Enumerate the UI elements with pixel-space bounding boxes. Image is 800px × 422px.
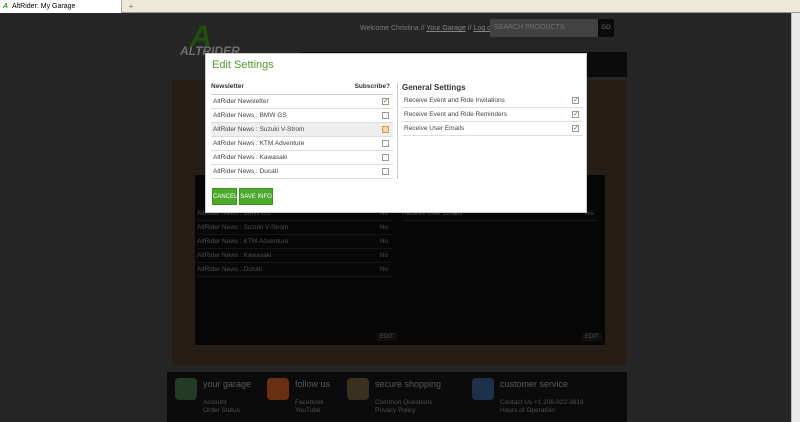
general-settings-header: General Settings xyxy=(402,83,466,92)
newsletter-row: AltRider News : BMW GS xyxy=(211,109,393,123)
general-setting-label: Receive Event and Ride Invitations xyxy=(404,97,505,104)
cancel-button[interactable]: CANCEL xyxy=(212,188,237,205)
newsletter-label: AltRider Newsletter xyxy=(213,98,269,105)
newsletter-column: Newsletter Subscribe? AltRider Newsletter… xyxy=(211,83,393,179)
newsletter-row: AltRider Newsletter ✓ xyxy=(211,95,393,109)
save-info-button[interactable]: SAVE INFO xyxy=(239,188,273,205)
newsletter-row: AltRider News : Ducati xyxy=(211,165,393,179)
altrider-favicon: A xyxy=(3,3,9,10)
browser-tab[interactable]: A AltRider: My Garage xyxy=(0,0,122,13)
newsletter-label: AltRider News : Suzuki V-Strom xyxy=(213,126,305,133)
subscribe-checkbox[interactable] xyxy=(382,168,389,175)
newsletter-label: AltRider News : BMW GS xyxy=(213,112,287,119)
general-setting-label: Receive Event and Ride Reminders xyxy=(404,111,507,118)
modal-title: Edit Settings xyxy=(212,59,274,71)
general-setting-label: Receive User Emails xyxy=(404,125,465,132)
subscribe-checkbox[interactable] xyxy=(382,126,389,133)
subscribe-checkbox[interactable] xyxy=(382,112,389,119)
subscribe-checkbox[interactable] xyxy=(382,154,389,161)
subscribe-checkbox[interactable] xyxy=(382,140,389,147)
newsletter-row: AltRider News : Kawasaki xyxy=(211,151,393,165)
general-setting-checkbox[interactable]: ✓ xyxy=(572,111,579,118)
newsletter-header: Newsletter xyxy=(211,83,244,90)
browser-tab-bar: A AltRider: My Garage + xyxy=(0,0,800,13)
subscribe-header: Subscribe? xyxy=(354,83,390,90)
general-setting-checkbox[interactable]: ✓ xyxy=(572,125,579,132)
subscribe-checkbox[interactable]: ✓ xyxy=(382,98,389,105)
vertical-scrollbar[interactable] xyxy=(791,13,800,422)
newsletter-label: AltRider News : Ducati xyxy=(213,168,279,175)
edit-settings-modal: Edit Settings Newsletter Subscribe? AltRi… xyxy=(205,53,587,213)
column-divider xyxy=(397,83,398,179)
general-setting-row: Receive User Emails ✓ xyxy=(402,122,583,136)
newsletter-label: AltRider News : KTM Adventure xyxy=(213,140,305,147)
newsletter-row: AltRider News : KTM Adventure xyxy=(211,137,393,151)
general-setting-checkbox[interactable]: ✓ xyxy=(572,97,579,104)
newsletter-label: AltRider News : Kawasaki xyxy=(213,154,288,161)
newsletter-row: AltRider News : Suzuki V-Strom xyxy=(211,123,393,137)
general-setting-row: Receive Event and Ride Reminders ✓ xyxy=(402,108,583,122)
general-setting-row: Receive Event and Ride Invitations ✓ xyxy=(402,94,583,108)
general-settings-column: General Settings Receive Event and Ride … xyxy=(402,83,583,136)
new-tab-button[interactable]: + xyxy=(124,0,138,13)
